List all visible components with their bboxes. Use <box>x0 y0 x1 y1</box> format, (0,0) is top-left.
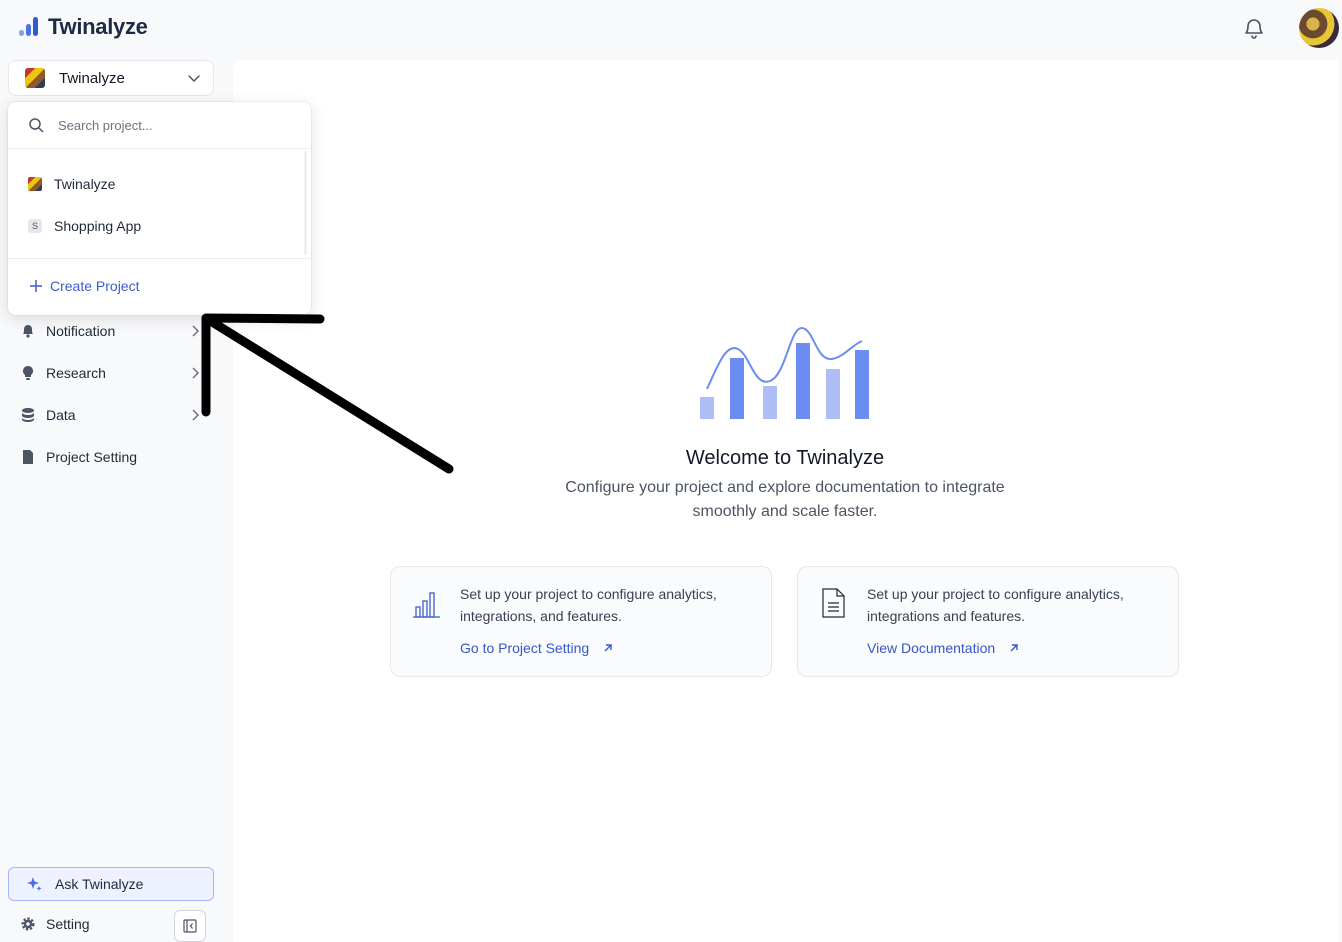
database-icon <box>22 408 34 422</box>
analytics-illustration <box>700 327 869 419</box>
project-search-input[interactable] <box>56 116 280 134</box>
app-logo[interactable]: Twinalyze <box>18 14 148 40</box>
bell-icon <box>23 325 33 338</box>
arrow-up-right-icon <box>604 644 612 652</box>
sparkle-icon <box>27 877 42 891</box>
sidebar-item-notification[interactable]: Notification <box>20 323 205 339</box>
sidebar-item-data[interactable]: Data <box>20 407 205 423</box>
project-option-twinalyze[interactable]: Twinalyze <box>8 163 311 205</box>
project-list-scrollbar[interactable] <box>304 151 307 255</box>
project-search <box>8 102 311 149</box>
chevron-right-icon <box>192 325 200 337</box>
app-name: Twinalyze <box>48 14 148 39</box>
chevron-down-icon <box>188 75 200 83</box>
sidebar-item-label: Project Setting <box>46 449 138 465</box>
bell-icon[interactable] <box>1242 16 1266 40</box>
create-project-label: Create Project <box>50 278 140 294</box>
project-selector[interactable]: Twinalyze <box>8 60 214 96</box>
create-project-button[interactable]: Create Project <box>8 259 311 313</box>
gear-icon <box>21 917 35 931</box>
plus-icon <box>30 280 42 292</box>
project-option-shopping-app[interactable]: S Shopping App <box>8 205 311 247</box>
lightbulb-icon <box>23 366 33 380</box>
go-to-project-setting-link[interactable]: Go to Project Setting <box>460 640 613 656</box>
setting-label: Setting <box>46 916 90 932</box>
collapse-sidebar-button[interactable] <box>174 910 206 942</box>
sidebar-item-setting[interactable]: Setting <box>20 916 90 932</box>
sidebar-item-label: Notification <box>46 323 116 339</box>
project-list: Twinalyze S Shopping App <box>8 149 311 259</box>
card-description: Set up your project to configure analyti… <box>460 586 717 624</box>
document-icon <box>822 588 845 618</box>
project-thumbnail <box>25 68 45 88</box>
view-documentation-link[interactable]: View Documentation <box>867 640 1019 656</box>
project-initial-badge: S <box>28 219 42 233</box>
file-icon <box>23 450 33 464</box>
ask-label: Ask Twinalyze <box>55 876 144 892</box>
user-avatar[interactable] <box>1299 8 1339 48</box>
arrow-up-right-icon <box>1010 644 1018 652</box>
sidebar-item-label: Data <box>46 407 76 423</box>
sidebar-collapse-icon <box>183 919 197 933</box>
documentation-card: Set up your project to configure analyti… <box>797 566 1179 677</box>
card-description: Set up your project to configure analyti… <box>867 586 1124 624</box>
link-label: View Documentation <box>867 640 996 656</box>
project-option-label: Twinalyze <box>54 176 116 192</box>
ask-twinalyze-button[interactable]: Ask Twinalyze <box>8 867 214 901</box>
chevron-right-icon <box>192 367 200 379</box>
search-icon <box>29 118 44 133</box>
project-selector-label: Twinalyze <box>59 69 125 87</box>
sidebar-item-label: Research <box>46 365 106 381</box>
project-setting-card: Set up your project to configure analyti… <box>390 566 772 677</box>
link-label: Go to Project Setting <box>460 640 590 656</box>
bar-chart-icon <box>413 592 440 618</box>
sidebar-item-research[interactable]: Research <box>20 365 205 381</box>
sidebar-item-project-setting[interactable]: Project Setting <box>20 449 205 465</box>
welcome-subtitle: Configure your project and explore docum… <box>565 479 1005 520</box>
project-option-label: Shopping App <box>54 218 142 234</box>
chevron-right-icon <box>192 409 200 421</box>
project-dropdown: Twinalyze S Shopping App Create Project <box>8 102 311 315</box>
logo-icon <box>19 17 38 36</box>
project-thumbnail <box>28 177 42 191</box>
